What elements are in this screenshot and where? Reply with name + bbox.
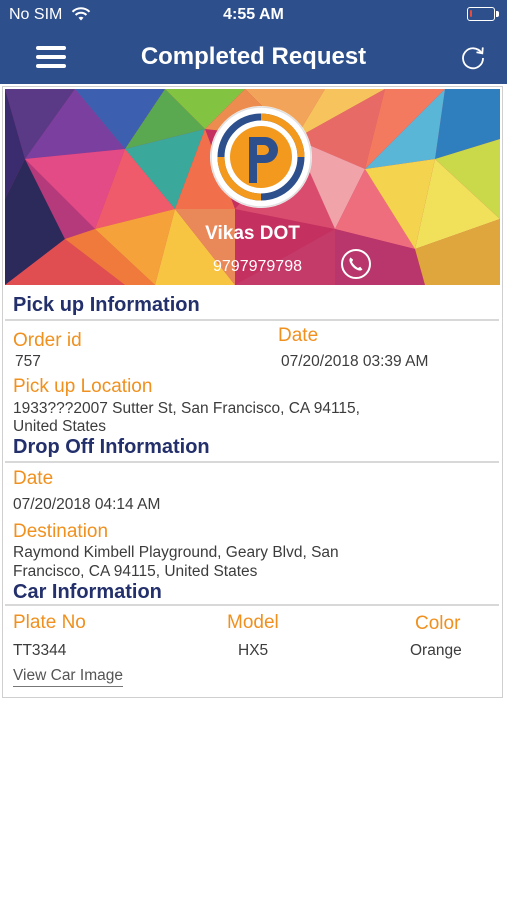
order-id-label: Order id: [13, 330, 82, 351]
color-value: Orange: [410, 642, 462, 659]
pickup-date-value: 07/20/2018 03:39 AM: [281, 353, 429, 370]
status-bar: No SIM 4:55 AM: [0, 0, 507, 30]
pickup-location-line2: United States: [13, 418, 107, 435]
model-value: HX5: [238, 642, 269, 659]
view-car-image-link[interactable]: View Car Image: [13, 667, 123, 687]
refresh-icon[interactable]: [459, 44, 487, 72]
request-detail-card: Vikas DOT 9797979798 Pick up Information…: [2, 86, 503, 698]
dropoff-section-title: Drop Off Information: [13, 436, 210, 458]
pickup-location-label: Pick up Location: [13, 376, 153, 397]
destination-label: Destination: [13, 521, 109, 542]
model-label: Model: [227, 612, 279, 633]
driver-banner: Vikas DOT 9797979798: [5, 89, 500, 285]
destination-line1: Raymond Kimbell Playground, Geary Blvd, …: [13, 544, 339, 561]
car-section-title: Car Information: [13, 581, 162, 603]
app-header: No SIM 4:55 AM Completed Request: [0, 0, 507, 84]
driver-name: Vikas DOT: [205, 223, 300, 244]
divider: [5, 604, 499, 606]
battery-icon: [467, 7, 499, 21]
dropoff-date-value: 07/20/2018 04:14 AM: [13, 496, 161, 513]
nav-bar: Completed Request: [0, 30, 507, 84]
pickup-location-line1: 1933???2007 Sutter St, San Francisco, CA…: [13, 400, 360, 417]
clock: 4:55 AM: [223, 6, 284, 23]
driver-phone: 9797979798: [213, 258, 302, 275]
order-id-value: 757: [15, 353, 41, 370]
divider: [5, 319, 499, 321]
battery-level: [470, 10, 472, 17]
dropoff-date-label: Date: [13, 468, 54, 489]
app-logo: [210, 106, 312, 208]
plate-value: TT3344: [13, 642, 67, 659]
destination-line2: Francisco, CA 94115, United States: [13, 563, 258, 580]
divider: [5, 461, 499, 463]
page-title: Completed Request: [140, 43, 367, 70]
color-label: Color: [415, 613, 461, 634]
plate-label: Plate No: [13, 612, 86, 633]
phone-icon[interactable]: [339, 247, 373, 281]
pickup-section-title: Pick up Information: [13, 294, 200, 316]
pickup-date-label: Date: [278, 325, 319, 346]
